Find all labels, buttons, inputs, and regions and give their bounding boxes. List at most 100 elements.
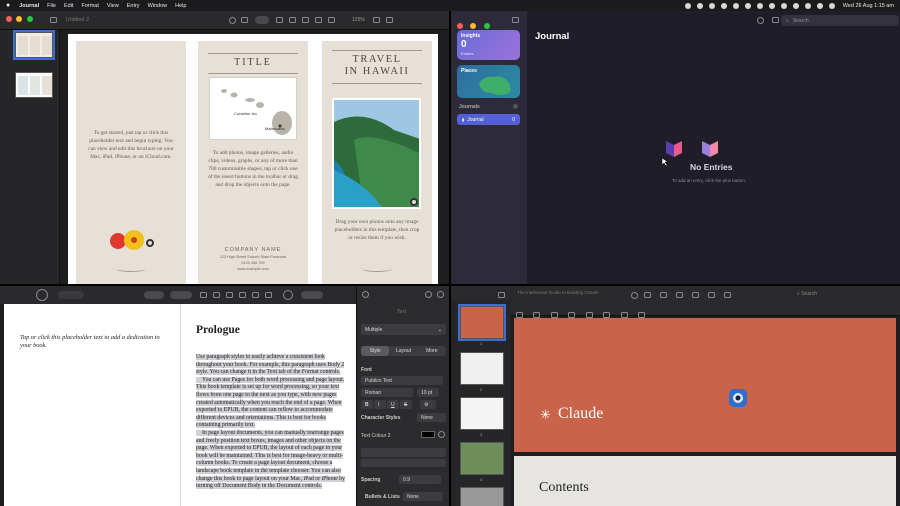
colour-wheel-icon[interactable]	[438, 431, 445, 438]
alignment-buttons[interactable]	[361, 448, 446, 457]
status-icon[interactable]	[756, 2, 763, 9]
placeholder-text[interactable]: To get started, just tap or click this p…	[86, 129, 176, 161]
add-page-button[interactable]	[170, 291, 192, 299]
media-icon[interactable]	[252, 292, 259, 298]
comment-icon[interactable]	[315, 17, 323, 23]
new-entry-icon[interactable]	[772, 17, 779, 23]
text-icon[interactable]	[226, 292, 233, 298]
status-icon[interactable]	[780, 2, 787, 9]
company-address[interactable]: 123 High Street Suburb State Postcode	[198, 255, 308, 259]
chart-button[interactable]	[255, 16, 270, 24]
status-icon[interactable]	[696, 2, 703, 9]
text-icon[interactable]	[676, 292, 683, 298]
indent-buttons[interactable]	[361, 459, 446, 467]
apple-menu-icon[interactable]: ●	[6, 2, 10, 9]
siri-icon[interactable]	[828, 2, 835, 9]
tab-layout[interactable]: Layout	[389, 346, 417, 356]
page-thumbnail[interactable]	[13, 30, 55, 60]
media-icon[interactable]	[708, 292, 715, 298]
collaborate-icon[interactable]	[283, 290, 293, 300]
menu-entry[interactable]: Entry	[127, 3, 140, 9]
cloud-icon[interactable]	[708, 2, 715, 9]
wifi-icon[interactable]	[792, 2, 799, 9]
company-name[interactable]: COMPANY NAME	[198, 247, 308, 253]
undo-icon[interactable]	[516, 311, 523, 318]
menu-view[interactable]: View	[107, 3, 119, 9]
chart-icon[interactable]	[213, 292, 220, 298]
body-paragraph[interactable]: Use paragraph styles to easily achieve a…	[196, 354, 345, 376]
body-paragraph[interactable]: In page layout documents, you can manual…	[196, 429, 345, 490]
status-icon[interactable]	[744, 2, 751, 9]
text-icon[interactable]	[276, 17, 284, 23]
zoom-level[interactable]	[301, 291, 323, 299]
control-center-icon[interactable]	[816, 2, 823, 9]
page-thumbnail[interactable]	[15, 72, 53, 98]
font-size-field[interactable]: 10 pt	[417, 388, 439, 397]
more-icon[interactable]	[638, 311, 646, 318]
zoom-button[interactable]	[144, 291, 164, 299]
search-field[interactable]: ⌕ Search	[797, 291, 817, 297]
placeholder-text[interactable]: Drag your own photos onto any image plac…	[332, 218, 422, 242]
slide-thumbnail[interactable]	[458, 304, 506, 341]
italic-button[interactable]: I	[374, 400, 386, 409]
sync-icon[interactable]	[757, 17, 764, 24]
company-phone[interactable]: 0123 456 789	[198, 261, 308, 265]
slide-thumbnail[interactable]	[460, 442, 504, 475]
places-card[interactable]: Places	[457, 65, 520, 98]
dedication-text[interactable]: Tap or click this placeholder text to ad…	[20, 334, 170, 350]
arrange-icon[interactable]	[603, 311, 611, 318]
status-icon[interactable]	[684, 2, 691, 9]
slide-thumbnail[interactable]	[460, 352, 504, 385]
tab-style[interactable]: Style	[361, 346, 390, 356]
status-icon[interactable]	[720, 2, 727, 9]
bullets-select[interactable]: None	[403, 492, 443, 501]
brochure-title[interactable]: TITLE	[198, 57, 308, 68]
gear-icon[interactable]: ⚙	[420, 400, 436, 409]
shape-icon[interactable]	[289, 17, 297, 23]
add-journal-icon[interactable]	[513, 104, 518, 109]
table-icon[interactable]	[200, 292, 207, 298]
slide-canvas[interactable]: Contents	[514, 456, 896, 506]
align-icon[interactable]	[568, 311, 576, 318]
status-icon[interactable]	[732, 2, 739, 9]
search-input[interactable]: ⌕ Search	[781, 15, 899, 26]
format-icon[interactable]	[425, 291, 432, 298]
list-icon[interactable]	[585, 311, 593, 318]
share-icon[interactable]	[328, 17, 336, 23]
menu-format[interactable]: Format	[81, 3, 98, 9]
menu-app[interactable]: Journal	[19, 3, 39, 9]
sidebar-icon[interactable]	[49, 17, 57, 23]
split-divider[interactable]	[0, 284, 900, 286]
spacing-select[interactable]: 0.9	[399, 475, 441, 484]
document-icon[interactable]	[385, 17, 393, 23]
minimize-button[interactable]	[16, 16, 23, 22]
company-web[interactable]: www.example.com	[198, 267, 308, 271]
table-icon[interactable]	[644, 292, 651, 298]
placeholder-text[interactable]: To add photos, image galleries, audio cl…	[208, 149, 298, 189]
split-divider[interactable]	[449, 11, 451, 506]
bold-button[interactable]: B	[361, 400, 373, 409]
chapter-heading[interactable]: Prologue	[196, 324, 240, 336]
document-icon[interactable]	[437, 291, 444, 298]
view-icon[interactable]	[498, 292, 505, 298]
comment-icon[interactable]	[265, 292, 272, 298]
slide-title[interactable]: Claude	[558, 405, 603, 423]
strikethrough-button[interactable]: S	[400, 400, 412, 409]
insights-card[interactable]: Insights 0 Entries	[457, 30, 520, 60]
body-text[interactable]: Use paragraph styles to easily achieve a…	[196, 354, 348, 491]
menu-clock[interactable]: Wed 26 Aug 1:15 am	[843, 3, 894, 9]
format-icon[interactable]	[372, 17, 380, 23]
close-button[interactable]	[6, 16, 12, 22]
brochure-heading[interactable]: TRAVEL IN HAWAII	[322, 54, 432, 78]
shape-icon[interactable]	[239, 292, 246, 298]
slide-thumbnail[interactable]	[460, 397, 504, 430]
style-icon[interactable]	[533, 311, 541, 318]
font-name-select[interactable]: Publico Text	[361, 376, 443, 385]
menu-edit[interactable]: Edit	[64, 3, 73, 9]
slide-title[interactable]: Contents	[539, 480, 589, 496]
view-icon[interactable]	[36, 289, 48, 301]
tab-more[interactable]: More	[418, 346, 446, 356]
menu-help[interactable]: Help	[175, 3, 186, 9]
body-paragraph[interactable]: You can use Pages for both word processi…	[196, 376, 345, 429]
coastline-photo[interactable]	[332, 98, 421, 209]
